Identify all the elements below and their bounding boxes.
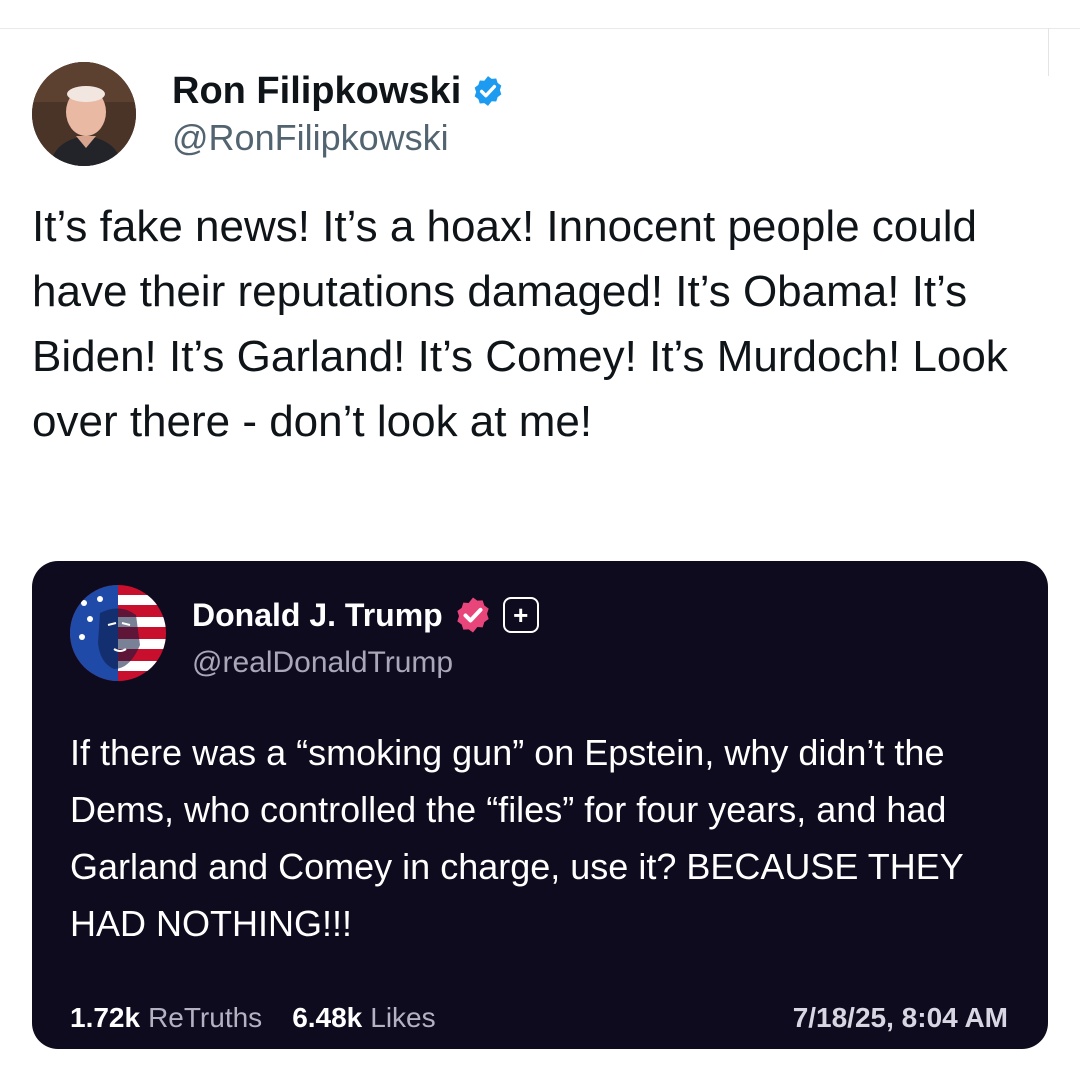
quoted-post-stats: 1.72k ReTruths 6.48k Likes [70,1001,466,1035]
retruths-count: 1.72k [70,1002,141,1033]
quoted-author-avatar[interactable] [70,585,166,681]
author-name[interactable]: Ron Filipkowski [172,68,461,114]
quoted-post-card[interactable]: Donald J. Trump + @realDonaldTrump If th… [32,561,1048,1049]
author-handle[interactable]: @RonFilipkowski [172,116,505,160]
quoted-author-handle[interactable]: @realDonaldTrump [192,645,453,681]
post-author[interactable]: Ron Filipkowski @RonFilipkowski [32,62,505,166]
quoted-post-timestamp[interactable]: 7/18/25, 8:04 AM [793,1001,1008,1035]
quoted-post-text: If there was a “smoking gun” on Epstein,… [70,732,964,944]
likes-label: Likes [370,1002,436,1033]
retruths-stat[interactable]: 1.72k ReTruths [70,1001,262,1035]
verified-badge-icon [474,76,502,106]
flag-portrait-icon [70,585,166,681]
profile-photo-icon [32,62,136,166]
quoted-author-name[interactable]: Donald J. Trump [192,595,443,635]
retruths-label: ReTruths [148,1002,263,1033]
plus-badge-icon: + [502,597,539,633]
author-avatar[interactable] [32,62,136,166]
side-divider [1048,28,1049,76]
verified-badge-icon [457,597,489,633]
post-text: It’s fake news! It’s a hoax! Innocent pe… [32,202,1008,446]
likes-stat[interactable]: 6.48k Likes [292,1001,435,1035]
top-divider [0,28,1080,29]
likes-count: 6.48k [292,1002,363,1033]
